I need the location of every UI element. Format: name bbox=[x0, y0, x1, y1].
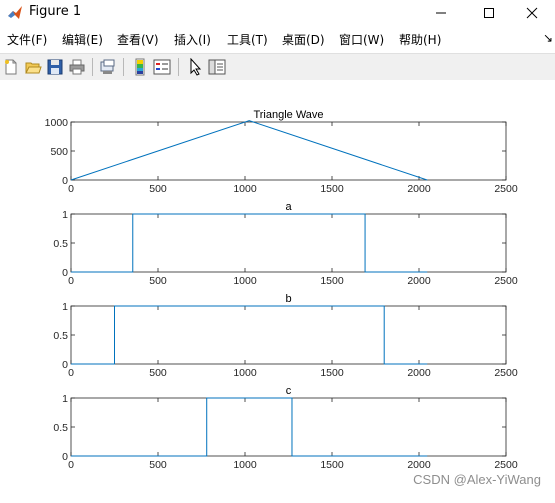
x-tick-label: 2500 bbox=[494, 459, 518, 471]
x-tick-label: 0 bbox=[68, 367, 74, 379]
x-tick-label: 1000 bbox=[233, 275, 257, 287]
x-tick-label: 1000 bbox=[233, 459, 257, 471]
menu-tools[interactable]: 工具(T) bbox=[227, 31, 268, 48]
watermark-text: CSDN @Alex-YiWang bbox=[413, 472, 541, 487]
y-tick-label: 0.5 bbox=[53, 238, 68, 250]
subplot-1: Triangle Wave 0 500 1000 1500 2000 2500 0 500 100… bbox=[45, 109, 518, 195]
property-editor-icon[interactable] bbox=[208, 58, 226, 76]
x-tick-label: 1500 bbox=[320, 459, 344, 471]
x-tick-label: 2500 bbox=[494, 183, 518, 195]
minimize-icon bbox=[436, 12, 446, 14]
y-tick-label: 1 bbox=[62, 209, 68, 221]
x-tick-label: 500 bbox=[149, 275, 167, 287]
x-tick-label: 0 bbox=[68, 275, 74, 287]
print-preview-icon[interactable] bbox=[99, 58, 117, 76]
print-icon[interactable] bbox=[68, 58, 86, 76]
x-tick-label: 1500 bbox=[320, 367, 344, 379]
x-tick-label: 2000 bbox=[407, 459, 431, 471]
menu-file[interactable]: 文件(F) bbox=[7, 31, 47, 48]
matlab-app-icon bbox=[8, 6, 22, 19]
new-figure-icon[interactable] bbox=[2, 58, 20, 76]
edit-plot-arrow-icon[interactable] bbox=[186, 58, 204, 76]
x-tick-label: 2000 bbox=[407, 183, 431, 195]
x-tick-label: 1500 bbox=[320, 183, 344, 195]
subplot-4: c 0 500 1000 1500 2000 2500 0 0.5 1 bbox=[53, 385, 517, 471]
colorbar-icon[interactable] bbox=[131, 58, 149, 76]
subplot-title: b bbox=[285, 293, 291, 305]
y-tick-label: 0 bbox=[62, 267, 68, 279]
menu-desktop[interactable]: 桌面(D) bbox=[282, 31, 325, 48]
subplot-title: c bbox=[286, 385, 292, 397]
subplot-title: Triangle Wave bbox=[253, 109, 323, 121]
x-tick-label: 0 bbox=[68, 183, 74, 195]
toolbar-separator bbox=[92, 58, 93, 76]
x-tick-label: 500 bbox=[149, 367, 167, 379]
subplot-title: a bbox=[285, 201, 292, 213]
toolbar-separator bbox=[178, 58, 179, 76]
x-tick-label: 500 bbox=[149, 459, 167, 471]
menu-help[interactable]: 帮助(H) bbox=[399, 31, 441, 48]
menu-overflow-arrow[interactable]: ↘ bbox=[543, 31, 553, 45]
menu-edit[interactable]: 编辑(E) bbox=[62, 31, 103, 48]
x-tick-label: 2500 bbox=[494, 275, 518, 287]
x-tick-label: 1000 bbox=[233, 183, 257, 195]
close-button[interactable] bbox=[509, 0, 555, 26]
window-title: Figure 1 bbox=[29, 4, 82, 19]
y-tick-label: 0.5 bbox=[53, 330, 68, 342]
toolbar bbox=[0, 53, 555, 81]
menu-insert[interactable]: 插入(I) bbox=[174, 31, 211, 48]
subplot-3: b 0 500 1000 1500 2000 2500 0 0.5 1 bbox=[53, 293, 517, 379]
y-tick-label: 1 bbox=[62, 393, 68, 405]
maximize-button[interactable] bbox=[466, 0, 512, 26]
menu-window[interactable]: 窗口(W) bbox=[339, 31, 384, 48]
title-bar: Figure 1 bbox=[0, 0, 555, 26]
y-tick-label: 500 bbox=[50, 146, 68, 158]
y-tick-label: 0 bbox=[62, 359, 68, 371]
maximize-icon bbox=[484, 8, 494, 18]
open-file-icon[interactable] bbox=[24, 58, 42, 76]
minimize-button[interactable] bbox=[418, 0, 464, 26]
x-tick-label: 2000 bbox=[407, 367, 431, 379]
axes-box bbox=[70, 121, 507, 181]
menu-view[interactable]: 查看(V) bbox=[117, 31, 159, 48]
x-tick-label: 1500 bbox=[320, 275, 344, 287]
y-tick-label: 1000 bbox=[45, 117, 69, 129]
y-tick-label: 0 bbox=[62, 451, 68, 463]
save-icon[interactable] bbox=[46, 58, 64, 76]
figure-canvas: Triangle Wave 0 500 1000 1500 2000 2500 0 500 100… bbox=[0, 80, 555, 499]
menu-bar: 文件(F) 编辑(E) 查看(V) 插入(I) 工具(T) 桌面(D) 窗口(W… bbox=[0, 28, 555, 50]
toolbar-separator bbox=[123, 58, 124, 76]
x-tick-label: 0 bbox=[68, 459, 74, 471]
axes-box bbox=[70, 397, 507, 457]
y-tick-label: 0.5 bbox=[53, 422, 68, 434]
axes-box bbox=[70, 213, 507, 273]
y-tick-label: 1 bbox=[62, 301, 68, 313]
subplot-2: a 0 500 1000 1500 2000 2500 0 0.5 1 bbox=[53, 201, 517, 287]
x-tick-label: 500 bbox=[149, 183, 167, 195]
x-tick-label: 2000 bbox=[407, 275, 431, 287]
close-icon bbox=[526, 7, 538, 19]
axes-box bbox=[70, 305, 507, 365]
legend-icon[interactable] bbox=[153, 58, 171, 76]
figure-plots: Triangle Wave0 500 1000 1500 2000 25000500100… bbox=[45, 109, 518, 471]
x-tick-label: 2500 bbox=[494, 367, 518, 379]
y-tick-label: 0 bbox=[62, 175, 68, 187]
x-tick-label: 1000 bbox=[233, 367, 257, 379]
